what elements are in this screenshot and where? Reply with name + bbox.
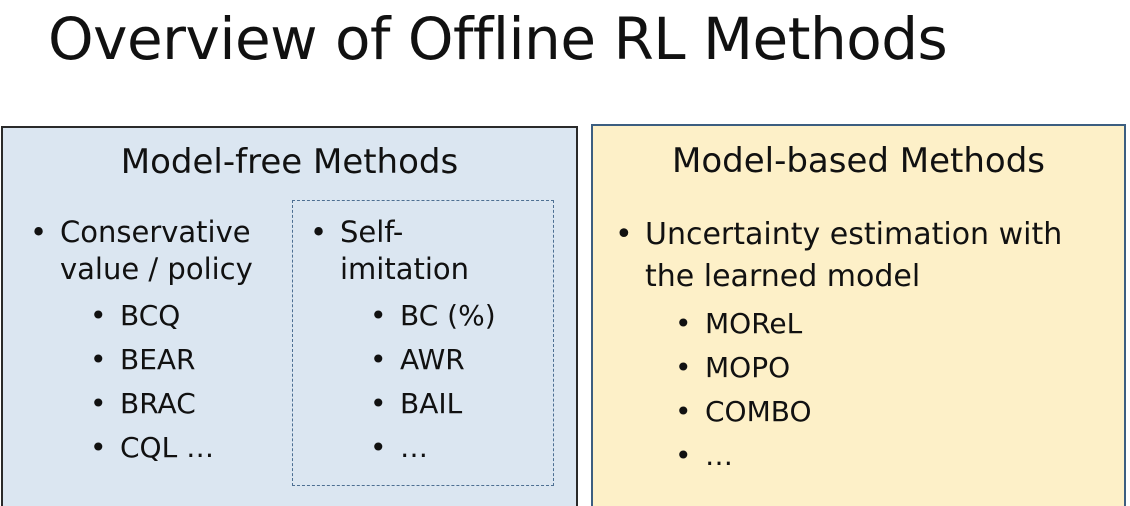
uncertainty-bullet: Uncertainty estimation with the learned … — [615, 214, 1063, 478]
model-free-title: Model-free Methods — [120, 142, 459, 182]
method-bear: BEAR — [90, 338, 253, 382]
self-imitation-label-line2: imitation — [340, 252, 470, 286]
slide-title: Overview of Offline RL Methods — [48, 5, 948, 73]
conservative-methods: BCQ BEAR BRAC CQL … — [60, 294, 253, 470]
method-more-self-imitation: … — [370, 426, 496, 470]
model-based-title: Model-based Methods — [671, 141, 1046, 181]
method-more-model-based: … — [675, 434, 1062, 478]
method-bcq: BCQ — [90, 294, 253, 338]
method-combo: COMBO — [675, 390, 1062, 434]
conservative-bullet: Conservative value / policy BCQ BEAR BRA… — [30, 214, 253, 470]
method-brac: BRAC — [90, 382, 253, 426]
model-based-panel: Model-based Methods Uncertainty estimati… — [591, 124, 1126, 506]
self-imitation-list: Self- imitation BC (%) AWR BAIL … — [310, 214, 496, 470]
method-cql: CQL … — [90, 426, 253, 470]
conservative-label-line2: value / policy — [60, 252, 253, 286]
method-awr: AWR — [370, 338, 496, 382]
uncertainty-label-line1: Uncertainty estimation with — [645, 217, 1063, 252]
method-bc: BC (%) — [370, 294, 496, 338]
conservative-list: Conservative value / policy BCQ BEAR BRA… — [30, 214, 253, 470]
method-morel: MOReL — [675, 302, 1062, 346]
self-imitation-methods: BC (%) AWR BAIL … — [340, 294, 496, 470]
uncertainty-label-line2: the learned model — [645, 259, 921, 294]
model-free-panel: Model-free Methods Conservative value / … — [1, 126, 578, 506]
method-bail: BAIL — [370, 382, 496, 426]
method-mopo: MOPO — [675, 346, 1062, 390]
uncertainty-list: Uncertainty estimation with the learned … — [615, 214, 1063, 478]
self-imitation-bullet: Self- imitation BC (%) AWR BAIL … — [310, 214, 496, 470]
conservative-label-line1: Conservative — [60, 215, 251, 249]
self-imitation-label-line1: Self- — [340, 215, 404, 249]
uncertainty-methods: MOReL MOPO COMBO … — [645, 302, 1062, 478]
